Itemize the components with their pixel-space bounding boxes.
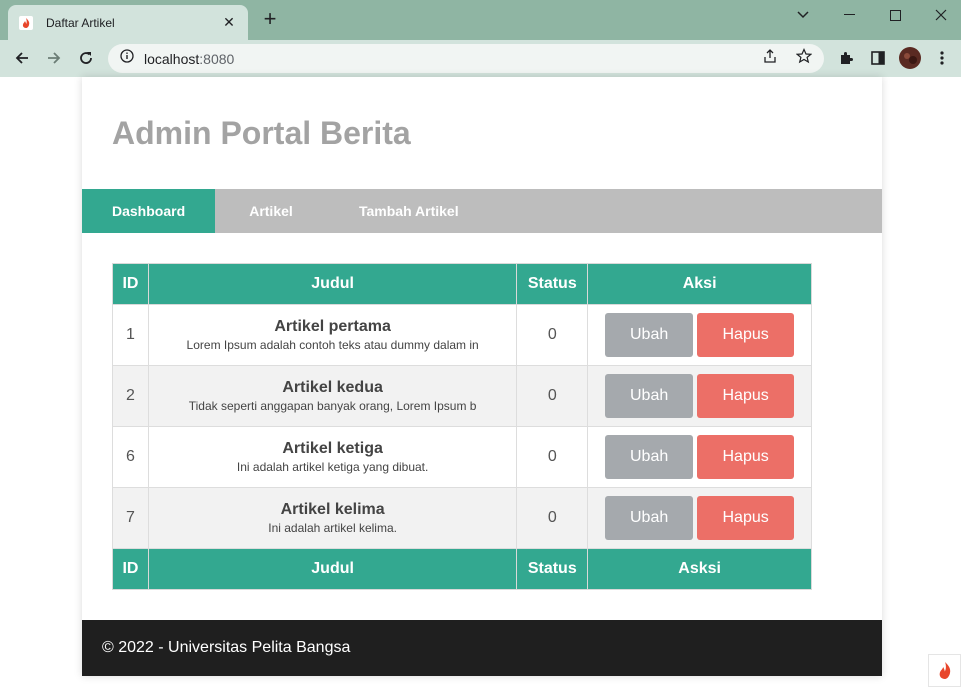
footer-status: Status xyxy=(516,548,589,590)
table-row: 2 Artikel kedua Tidak seperti anggapan b… xyxy=(112,365,812,427)
main-nav: Dashboard Artikel Tambah Artikel xyxy=(82,189,882,233)
article-excerpt: Lorem Ipsum adalah contoh teks atau dumm… xyxy=(186,338,479,352)
browser-tabstrip: Daftar Artikel ✕ + xyxy=(0,0,961,40)
edit-button[interactable]: Ubah xyxy=(605,374,694,418)
minimize-icon[interactable] xyxy=(826,0,872,30)
row-judul: Artikel kedua Tidak seperti anggapan ban… xyxy=(147,365,518,427)
table-row: 6 Artikel ketiga Ini adalah artikel keti… xyxy=(112,426,812,488)
delete-button[interactable]: Hapus xyxy=(697,496,795,540)
reload-icon[interactable] xyxy=(70,43,102,73)
close-window-icon[interactable] xyxy=(918,0,961,30)
row-actions: Ubah Hapus xyxy=(587,426,812,488)
article-excerpt: Tidak seperti anggapan banyak orang, Lor… xyxy=(188,399,477,413)
site-footer: © 2022 - Universitas Pelita Bangsa xyxy=(82,620,882,676)
footer-aksi: Asksi xyxy=(587,548,812,590)
row-id: 2 xyxy=(112,365,149,427)
close-tab-icon[interactable]: ✕ xyxy=(220,14,238,31)
site-info-icon[interactable] xyxy=(120,49,134,68)
header-status: Status xyxy=(516,263,589,305)
maximize-icon[interactable] xyxy=(872,0,918,30)
share-icon[interactable] xyxy=(762,48,778,69)
nav-artikel[interactable]: Artikel xyxy=(215,189,327,233)
row-judul: Artikel kelima Ini adalah artikel kelima… xyxy=(147,487,518,549)
nav-tambah-artikel[interactable]: Tambah Artikel xyxy=(327,189,459,233)
article-title: Artikel kedua xyxy=(282,379,383,396)
more-menu-icon[interactable] xyxy=(929,45,955,71)
nav-dashboard[interactable]: Dashboard xyxy=(82,189,215,233)
new-tab-icon[interactable]: + xyxy=(258,8,282,32)
row-actions: Ubah Hapus xyxy=(587,365,812,427)
profile-avatar[interactable] xyxy=(897,45,923,71)
header-aksi: Aksi xyxy=(587,263,812,305)
table-row: 1 Artikel pertama Lorem Ipsum adalah con… xyxy=(112,304,812,366)
page-viewport: Admin Portal Berita Dashboard Artikel Ta… xyxy=(0,77,961,687)
edit-button[interactable]: Ubah xyxy=(605,313,694,357)
delete-button[interactable]: Hapus xyxy=(697,313,795,357)
row-status: 0 xyxy=(516,426,589,488)
article-table: ID Judul Status Aksi 1 Artikel pertama L… xyxy=(112,263,812,590)
header-judul: Judul xyxy=(147,263,518,305)
back-arrow-icon[interactable] xyxy=(6,43,38,73)
codeigniter-flame-icon xyxy=(18,15,34,31)
row-status: 0 xyxy=(516,304,589,366)
extensions-puzzle-icon[interactable] xyxy=(833,45,859,71)
forward-arrow-icon[interactable] xyxy=(38,43,70,73)
article-title: Artikel ketiga xyxy=(282,440,383,457)
side-panel-icon[interactable] xyxy=(865,45,891,71)
article-title: Artikel kelima xyxy=(280,501,385,518)
bookmark-star-icon[interactable] xyxy=(795,48,813,69)
header-id: ID xyxy=(112,263,149,305)
edit-button[interactable]: Ubah xyxy=(605,435,694,479)
row-actions: Ubah Hapus xyxy=(587,304,812,366)
table-header-row: ID Judul Status Aksi xyxy=(112,263,812,305)
content-container: Admin Portal Berita Dashboard Artikel Ta… xyxy=(82,77,882,676)
debug-toolbar-flame-icon[interactable] xyxy=(928,654,961,687)
site-title: Admin Portal Berita xyxy=(112,115,411,151)
row-actions: Ubah Hapus xyxy=(587,487,812,549)
footer-copyright: © 2022 - Universitas Pelita Bangsa xyxy=(102,639,351,656)
edit-button[interactable]: Ubah xyxy=(605,496,694,540)
row-judul: Artikel ketiga Ini adalah artikel ketiga… xyxy=(147,426,518,488)
delete-button[interactable]: Hapus xyxy=(697,435,795,479)
delete-button[interactable]: Hapus xyxy=(697,374,795,418)
row-status: 0 xyxy=(516,487,589,549)
row-id: 6 xyxy=(112,426,149,488)
row-id: 1 xyxy=(112,304,149,366)
article-excerpt: Ini adalah artikel kelima. xyxy=(268,521,397,535)
row-judul: Artikel pertama Lorem Ipsum adalah conto… xyxy=(147,304,518,366)
footer-id: ID xyxy=(112,548,149,590)
table-footer-row: ID Judul Status Asksi xyxy=(112,548,812,590)
browser-tab[interactable]: Daftar Artikel ✕ xyxy=(8,5,248,40)
address-bar[interactable]: localhost:8080 xyxy=(108,44,824,73)
tab-search-chevron-icon[interactable] xyxy=(780,0,826,30)
tab-title: Daftar Artikel xyxy=(46,15,115,30)
row-status: 0 xyxy=(516,365,589,427)
row-id: 7 xyxy=(112,487,149,549)
browser-toolbar: localhost:8080 xyxy=(0,40,961,77)
table-row: 7 Artikel kelima Ini adalah artikel keli… xyxy=(112,487,812,549)
footer-judul: Judul xyxy=(147,548,518,590)
article-excerpt: Ini adalah artikel ketiga yang dibuat. xyxy=(236,460,429,474)
url-text: localhost:8080 xyxy=(144,50,235,67)
article-title: Artikel pertama xyxy=(274,318,391,335)
